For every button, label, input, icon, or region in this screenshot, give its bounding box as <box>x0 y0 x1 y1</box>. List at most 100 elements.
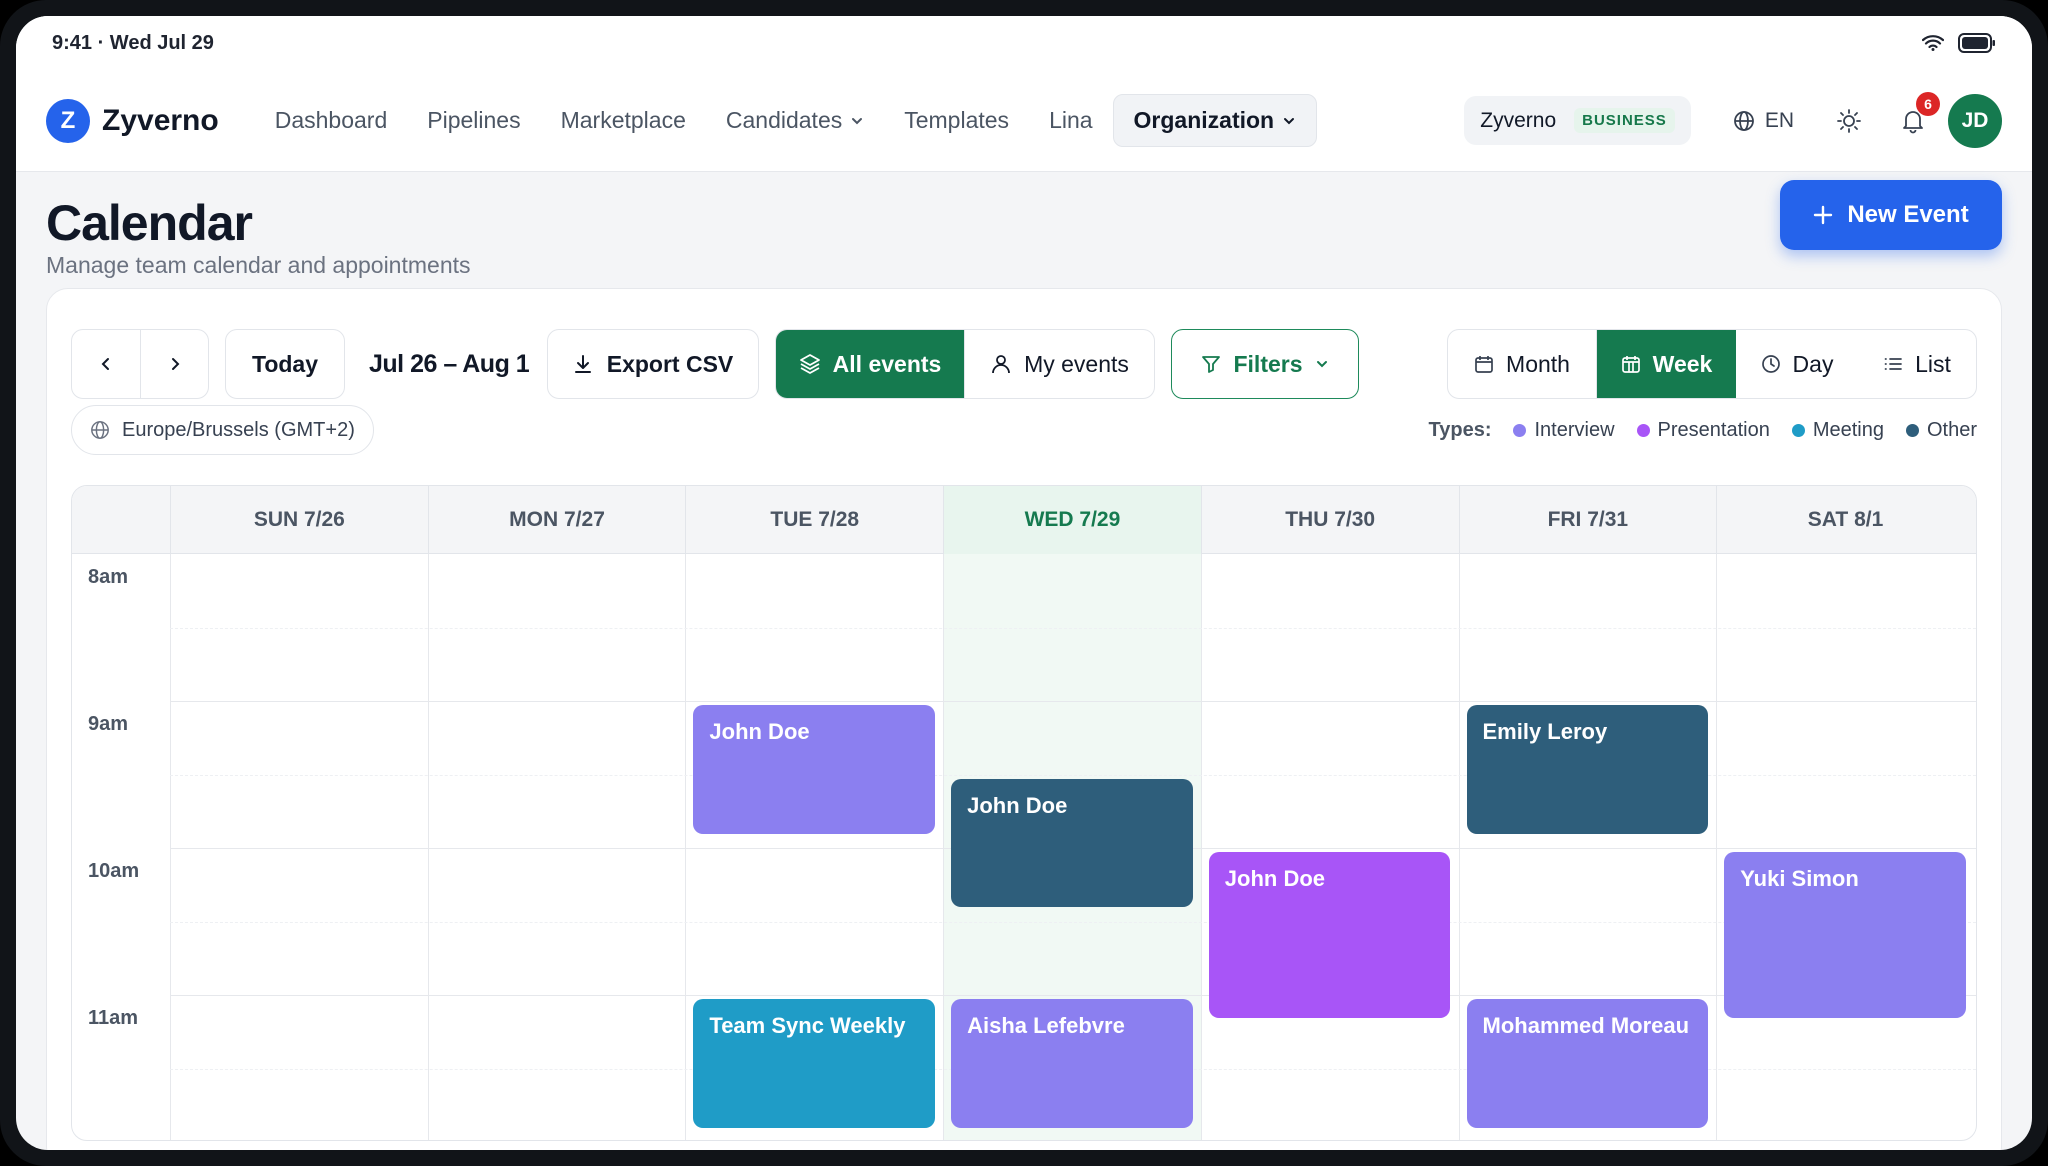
calendar-event[interactable]: John Doe <box>1208 852 1451 1018</box>
timezone-selector[interactable]: Europe/Brussels (GMT+2) <box>71 405 374 455</box>
today-button[interactable]: Today <box>225 329 345 399</box>
user-avatar[interactable]: JD <box>1948 93 2002 148</box>
nav-candidates[interactable]: Candidates <box>706 95 884 146</box>
workspace-plan[interactable]: Zyverno BUSINESS <box>1464 96 1691 145</box>
filters-button[interactable]: Filters <box>1171 329 1359 399</box>
half-hour-line <box>170 921 1976 923</box>
day-header[interactable]: SAT 8/1 <box>1716 486 1974 554</box>
chevron-left-icon <box>98 356 114 372</box>
view-day-button[interactable]: Day <box>1736 330 1858 398</box>
calendar-icon <box>1474 354 1494 374</box>
date-nav-group <box>71 329 209 399</box>
nav-marketplace[interactable]: Marketplace <box>541 95 706 146</box>
globe-icon <box>90 420 110 440</box>
day-column[interactable] <box>170 554 428 1140</box>
language-code: EN <box>1764 108 1794 132</box>
hour-line <box>170 701 1976 702</box>
layers-icon <box>799 353 821 375</box>
today-label: Today <box>251 350 319 377</box>
sun-icon[interactable] <box>1836 108 1862 134</box>
plan-badge: BUSINESS <box>1574 108 1675 133</box>
dot-icon <box>1636 423 1650 437</box>
page-title: Calendar <box>46 195 253 251</box>
calendar-event[interactable]: Aisha Lefebvre <box>951 999 1193 1128</box>
chevron-down-icon <box>850 114 864 128</box>
nav-label: Lina <box>1049 107 1093 133</box>
week-header: SUN 7/26 MON 7/27 TUE 7/28 WED 7/29 THU 7/30… <box>72 486 1976 554</box>
day-header[interactable]: TUE 7/28 <box>685 486 943 554</box>
app-logo[interactable]: Z <box>46 98 90 143</box>
view-list-button[interactable]: List <box>1858 330 1976 398</box>
time-label: 9am <box>88 713 129 735</box>
download-icon <box>573 354 593 374</box>
my-events-button[interactable]: My events <box>964 330 1154 398</box>
notification-count: 6 <box>1916 91 1940 116</box>
all-events-button[interactable]: All events <box>776 330 964 398</box>
status-bar: 9:41 · Wed Jul 29 <box>16 16 2032 70</box>
export-csv-label: Export CSV <box>606 350 734 377</box>
hour-line <box>170 995 1976 996</box>
dot-icon <box>1513 423 1527 437</box>
new-event-button[interactable]: New Event <box>1780 180 2002 250</box>
types-label: Types: <box>1428 418 1492 441</box>
my-events-label: My events <box>1024 350 1129 377</box>
day-header[interactable]: THU 7/30 <box>1200 486 1459 554</box>
status-time: 9:41 · Wed Jul 29 <box>52 31 214 54</box>
filter-icon <box>1201 354 1221 374</box>
nav-templates[interactable]: Templates <box>884 95 1029 146</box>
calendar-event[interactable]: John Doe <box>693 705 936 834</box>
day-column[interactable] <box>1716 554 1974 1140</box>
calendar-event[interactable]: Yuki Simon <box>1724 852 1966 1018</box>
dot-icon <box>1791 423 1805 437</box>
week-grid: SUN 7/26 MON 7/27 TUE 7/28 WED 7/29 THU 7/30… <box>71 485 1977 1141</box>
new-event-label: New Event <box>1847 201 1969 228</box>
day-header[interactable]: SUN 7/26 <box>170 486 428 554</box>
nav-label: Dashboard <box>274 107 388 133</box>
chevron-down-icon <box>1315 357 1329 371</box>
next-week-button[interactable] <box>140 330 208 398</box>
type-name: Meeting <box>1812 418 1884 441</box>
day-header[interactable]: WED 7/29 <box>943 486 1201 554</box>
view-switcher: Month Week Day List <box>1447 329 1977 399</box>
nav-label: Templates <box>904 107 1010 133</box>
globe-icon <box>1733 110 1755 132</box>
nav-lina[interactable]: Lina <box>1029 95 1112 146</box>
nav-dashboard[interactable]: Dashboard <box>255 95 408 146</box>
nav-organization[interactable]: Organization <box>1112 94 1318 147</box>
calendar-event[interactable]: Team Sync Weekly <box>693 999 936 1128</box>
type-name: Presentation <box>1657 418 1770 441</box>
prev-week-button[interactable] <box>72 330 140 398</box>
user-icon <box>990 353 1012 375</box>
calendar-event[interactable]: John Doe <box>951 778 1193 908</box>
calendar-event[interactable]: Emily Leroy <box>1466 705 1709 834</box>
dot-icon <box>1905 423 1919 437</box>
day-header[interactable]: FRI 7/31 <box>1458 486 1717 554</box>
timezone-label: Europe/Brussels (GMT+2) <box>122 418 355 441</box>
date-range-label: Jul 26 – Aug 1 <box>369 349 530 378</box>
nav-pipelines[interactable]: Pipelines <box>407 95 540 146</box>
view-week-button[interactable]: Week <box>1596 330 1736 398</box>
nav-label: Candidates <box>725 107 843 133</box>
chevron-right-icon <box>167 356 183 372</box>
filters-label: Filters <box>1233 350 1303 377</box>
view-month-button[interactable]: Month <box>1448 330 1596 398</box>
day-column[interactable] <box>427 554 686 1140</box>
calendar-event[interactable]: Mohammed Moreau <box>1466 999 1709 1128</box>
time-label: 10am <box>88 860 140 882</box>
event-scope-toggle: All events My events <box>775 329 1155 399</box>
language-selector[interactable]: EN <box>1733 109 1794 133</box>
plus-icon <box>1813 205 1833 225</box>
all-events-label: All events <box>832 350 942 377</box>
time-label: 8am <box>88 566 129 588</box>
day-column[interactable] <box>1200 554 1459 1140</box>
list-icon <box>1883 354 1903 374</box>
day-header[interactable]: MON 7/27 <box>427 486 686 554</box>
screen: 9:41 · Wed Jul 29 Z Zyverno Dashboard Pi… <box>16 16 2032 1150</box>
notifications-button[interactable]: 6 <box>1900 91 1940 134</box>
export-csv-button[interactable]: Export CSV <box>547 329 759 399</box>
calendar-panel: Today Jul 26 – Aug 1 Export CSV All even… <box>46 288 2002 1150</box>
workspace-name: Zyverno <box>1480 108 1557 132</box>
type-name: Other <box>1926 418 1977 441</box>
type-presentation: Presentation <box>1636 418 1770 442</box>
calendar-week-icon <box>1621 354 1641 374</box>
